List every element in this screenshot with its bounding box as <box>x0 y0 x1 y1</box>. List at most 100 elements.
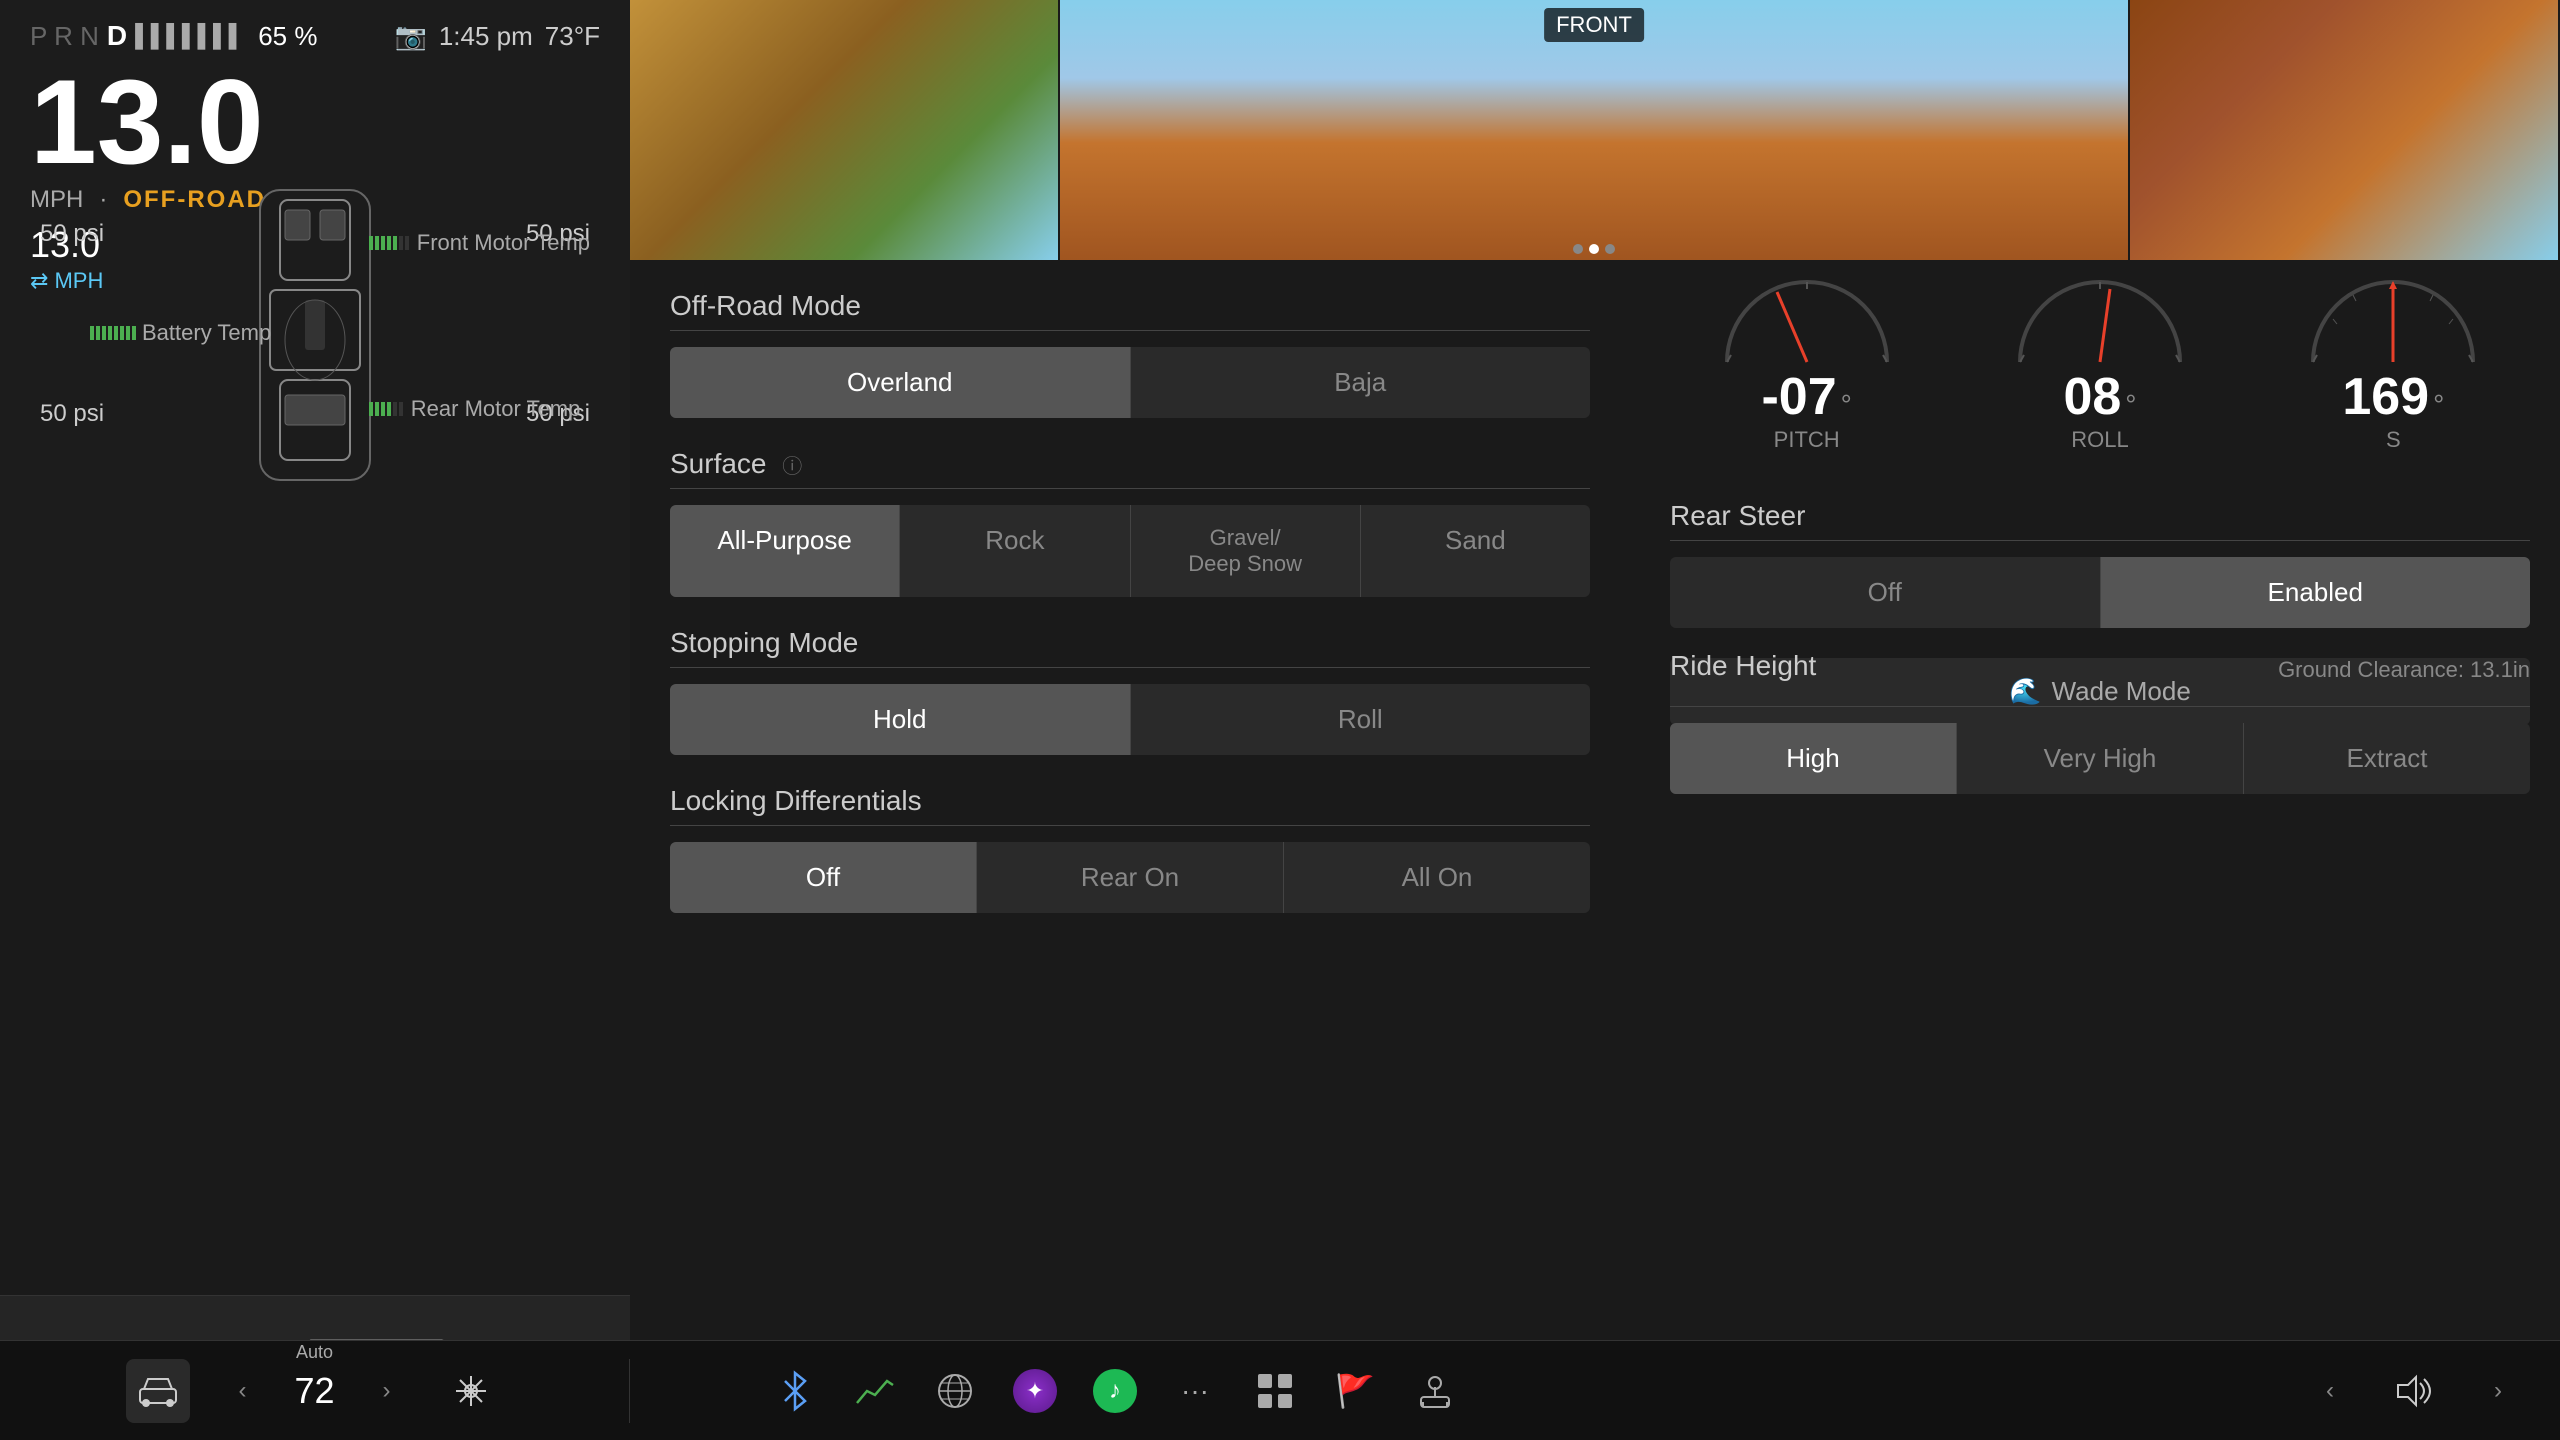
grid-icon <box>1253 1369 1297 1413</box>
tire-rl-pressure: 50 psi <box>40 400 104 428</box>
flag-btn[interactable]: 🚩 <box>1323 1359 1387 1423</box>
locking-diffs-title: Locking Differentials <box>670 785 1590 826</box>
left-panel: P R N D ▌▌▌▌▌▌▌ 65 % 📷 1:45 pm 73°F 13.0… <box>0 0 630 760</box>
surface-rock-btn[interactable]: Rock <box>900 505 1130 597</box>
globe-icon <box>933 1369 977 1413</box>
roll-deg: ° <box>2125 389 2136 421</box>
taskbar-nav-right-btn[interactable]: › <box>2466 1359 2530 1423</box>
vehicle-diagram: 50 psi 50 psi 50 psi 50 psi <box>30 180 600 500</box>
climate-icon <box>451 1371 491 1411</box>
pitch-arc <box>1717 267 1897 367</box>
offroad-mode-section: Off-Road Mode Overland Baja <box>670 290 1590 418</box>
stopping-mode-section: Stopping Mode Hold Roll <box>670 627 1590 755</box>
ride-height-group[interactable]: High Very High Extract <box>1670 723 2530 794</box>
cam-dot-3 <box>1605 244 1615 254</box>
camera-front[interactable]: FRONT <box>1060 0 2131 260</box>
rear-steer-title: Rear Steer <box>1670 500 2530 541</box>
joystick-btn[interactable] <box>1403 1359 1467 1423</box>
pitch-deg: ° <box>1841 389 1852 421</box>
joystick-icon <box>1413 1369 1457 1413</box>
heading-arc <box>2303 267 2483 367</box>
taskbar-nav-left-btn[interactable]: ‹ <box>2298 1359 2362 1423</box>
gauges-area: -07 ° PITCH 08 ° ROLL <box>1640 260 2560 460</box>
bug-btn[interactable]: ✦ <box>1003 1359 1067 1423</box>
pitch-label: PITCH <box>1717 427 1897 453</box>
offroad-baja-btn[interactable]: Baja <box>1131 347 1591 418</box>
grid-btn[interactable] <box>1243 1359 1307 1423</box>
rear-steer-off-btn[interactable]: Off <box>1670 557 2101 628</box>
dots-btn[interactable]: ··· <box>1163 1359 1227 1423</box>
stopping-hold-btn[interactable]: Hold <box>670 684 1131 755</box>
volume-control: Auto 72 <box>294 1370 334 1412</box>
locking-rear-btn[interactable]: Rear On <box>977 842 1284 913</box>
taskbar: ‹ Auto 72 › <box>0 1340 2560 1440</box>
ride-height-divider <box>1670 706 2530 707</box>
battery-temp-label: Battery Temp <box>142 320 271 346</box>
current-time: 1:45 pm <box>439 21 533 52</box>
gear-active: D <box>107 20 127 52</box>
surface-section: Surface ⓘ All-Purpose Rock Gravel/Deep S… <box>670 448 1590 597</box>
volume-number: 72 <box>294 1370 334 1412</box>
camera-dots <box>1567 238 1621 260</box>
stopping-mode-title: Stopping Mode <box>670 627 1590 668</box>
camera-left[interactable] <box>630 0 1060 260</box>
battery-percent: 65 % <box>258 21 317 52</box>
offroad-mode-group[interactable]: Overland Baja <box>670 347 1590 418</box>
battery-bars: ▌▌▌▌▌▌▌ <box>135 23 244 49</box>
taskbar-center: ✦ ♪ ··· 🚩 <box>630 1359 1600 1423</box>
ride-height-title: Ride Height <box>1670 650 1816 690</box>
volume-icon-btn[interactable] <box>2382 1359 2446 1423</box>
locking-diffs-group[interactable]: Off Rear On All On <box>670 842 1590 913</box>
rear-steer-enabled-btn[interactable]: Enabled <box>2101 557 2531 628</box>
camera-icon: 📷 <box>394 21 426 52</box>
surface-group[interactable]: All-Purpose Rock Gravel/Deep Snow Sand <box>670 505 1590 597</box>
ride-extract-btn[interactable]: Extract <box>2244 723 2530 794</box>
nav-left-btn[interactable]: ‹ <box>210 1359 274 1423</box>
stopping-roll-btn[interactable]: Roll <box>1131 684 1591 755</box>
music-btn[interactable]: ♪ <box>1083 1359 1147 1423</box>
ride-very-high-btn[interactable]: Very High <box>1957 723 2244 794</box>
heading-deg: ° <box>2433 389 2444 421</box>
cam-dot-2 <box>1589 244 1599 254</box>
surface-sand-btn[interactable]: Sand <box>1361 505 1590 597</box>
controls-area: Off-Road Mode Overland Baja Surface ⓘ Al… <box>630 260 1630 940</box>
temperature: 73°F <box>545 21 600 52</box>
gear-inactive: P R N <box>30 21 99 52</box>
cam-dot-1 <box>1573 244 1583 254</box>
motor-temps: Front Motor Temp Rear Motor Temp <box>369 230 590 430</box>
surface-allpurpose-btn[interactable]: All-Purpose <box>670 505 900 597</box>
dots-icon: ··· <box>1181 1375 1209 1407</box>
chart-btn[interactable] <box>843 1359 907 1423</box>
time-temp: 📷 1:45 pm 73°F <box>394 21 600 52</box>
heading-gauge: 169 ° S <box>2303 267 2483 453</box>
tire-fl-pressure: 50 psi <box>40 220 104 248</box>
rear-motor-bars <box>369 402 403 416</box>
offroad-overland-btn[interactable]: Overland <box>670 347 1131 418</box>
bluetooth-icon <box>777 1369 813 1413</box>
surface-gravel-btn[interactable]: Gravel/Deep Snow <box>1131 505 1361 597</box>
front-motor-temp-row: Front Motor Temp <box>369 230 590 256</box>
locking-off-btn[interactable]: Off <box>670 842 977 913</box>
camera-front-label: FRONT <box>1544 8 1644 42</box>
stopping-mode-group[interactable]: Hold Roll <box>670 684 1590 755</box>
camera-right[interactable] <box>2130 0 2560 260</box>
climate-btn[interactable] <box>439 1359 503 1423</box>
locking-all-btn[interactable]: All On <box>1284 842 1590 913</box>
speed-display: 13.0 <box>30 62 600 182</box>
heading-value: 169 <box>2342 367 2429 427</box>
music-icon: ♪ <box>1093 1369 1137 1413</box>
camera-strip: FRONT <box>630 0 2560 260</box>
globe-btn[interactable] <box>923 1359 987 1423</box>
locking-diffs-section: Locking Differentials Off Rear On All On <box>670 785 1590 913</box>
rear-steer-group[interactable]: Off Enabled <box>1670 557 2530 628</box>
bluetooth-btn[interactable] <box>763 1359 827 1423</box>
rear-motor-temp-row: Rear Motor Temp <box>369 396 590 422</box>
offroad-mode-title: Off-Road Mode <box>670 290 1590 331</box>
bug-icon: ✦ <box>1013 1369 1057 1413</box>
ride-high-btn[interactable]: High <box>1670 723 1957 794</box>
volume-icon <box>2392 1373 2436 1409</box>
car-taskbar-btn[interactable] <box>126 1359 190 1423</box>
front-motor-temp-label: Front Motor Temp <box>417 230 590 256</box>
nav-right-btn[interactable]: › <box>355 1359 419 1423</box>
pitch-value: -07 <box>1761 367 1836 427</box>
